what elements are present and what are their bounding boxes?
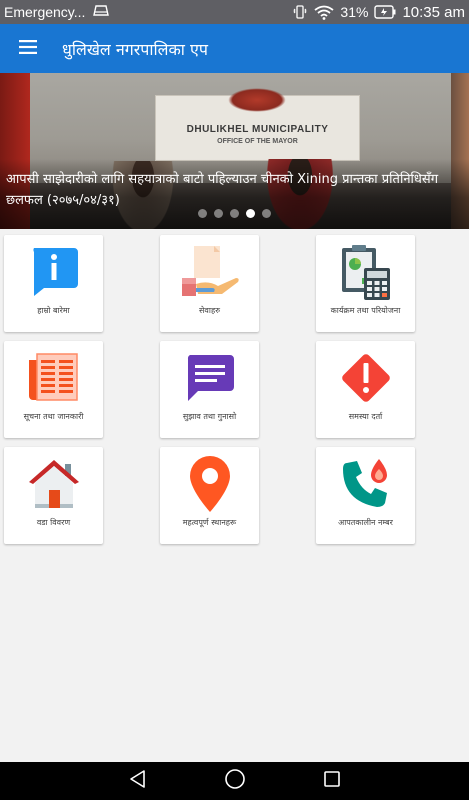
message-bubble-icon [184,353,236,407]
slider-dot[interactable] [262,209,271,218]
tile-label: आपतकालीन नम्बर [338,518,393,527]
tile-label: सुझाव तथा गुनासो [182,412,237,421]
wifi-icon [314,5,334,20]
battery-percent: 31% [340,4,369,20]
sign-text-line1: DHULIKHEL MUNICIPALITY [186,124,329,135]
tile-ward-details[interactable]: वडा विवरण [4,447,103,544]
warning-diamond-icon [337,349,395,411]
status-bar: Emergency... 31% 10:35 am [0,0,469,24]
map-pin-icon [187,454,233,518]
home-circle-icon[interactable] [224,768,246,794]
slider-dot[interactable] [230,209,239,218]
tile-services[interactable]: सेवाहरु [160,235,259,332]
back-triangle-icon[interactable] [128,769,148,793]
tile-label: सेवाहरु [199,306,220,315]
services-hands-icon [178,244,242,304]
tile-important-places[interactable]: महत्वपूर्ण स्थानहरू [160,447,259,544]
house-icon [25,456,83,516]
tile-programs-projects[interactable]: कार्यक्रम तथा परियोजना [316,235,415,332]
carrier-label: Emergency... [4,4,86,20]
calculator-clipboard-icon [338,242,394,306]
banner-caption: आपसी साझेदारीको लागि सहयात्राको बाटो पहि… [6,172,439,208]
newspaper-icon [27,352,81,408]
system-navigation-bar [0,762,469,800]
slider-dot-active[interactable] [246,209,255,218]
notification-drive-icon [93,4,110,20]
app-title: धुलिखेल नगरपालिका एप [62,39,208,59]
info-chat-icon [28,246,80,302]
tile-notices-information[interactable]: सूचना तथा जानकारी [4,341,103,438]
tile-about-us[interactable]: हाम्रो बारेमा [4,235,103,332]
tile-label: कार्यक्रम तथा परियोजना [330,306,401,315]
tile-emergency-numbers[interactable]: आपतकालीन नम्बर [316,447,415,544]
vibrate-icon [292,4,308,20]
slider-dot[interactable] [198,209,207,218]
emergency-phone-icon [339,457,393,515]
tile-label: समस्या दर्ता [348,412,383,421]
clock: 10:35 am [402,3,465,21]
battery-icon [374,5,396,19]
hamburger-menu-icon [19,39,37,58]
menu-button[interactable] [0,24,56,73]
tile-label: महत्वपूर्ण स्थानहरू [182,518,237,527]
app-bar: धुलिखेल नगरपालिका एप [0,24,469,73]
slider-dot[interactable] [214,209,223,218]
recents-square-icon[interactable] [323,770,341,792]
tile-problem-registration[interactable]: समस्या दर्ता [316,341,415,438]
tile-label: हाम्रो बारेमा [37,306,70,315]
municipality-emblem-icon [228,88,286,112]
tile-label: सूचना तथा जानकारी [23,412,84,421]
tile-suggestions-complaints[interactable]: सुझाव तथा गुनासो [160,341,259,438]
banner-office-sign: DHULIKHEL MUNICIPALITY OFFICE OF THE MAY… [155,88,360,161]
sign-text-line2: OFFICE OF THE MAYOR [217,138,298,145]
slider-indicator [0,209,469,218]
news-banner-slider[interactable]: DHULIKHEL MUNICIPALITY OFFICE OF THE MAY… [0,73,469,229]
tile-label: वडा विवरण [36,518,71,527]
